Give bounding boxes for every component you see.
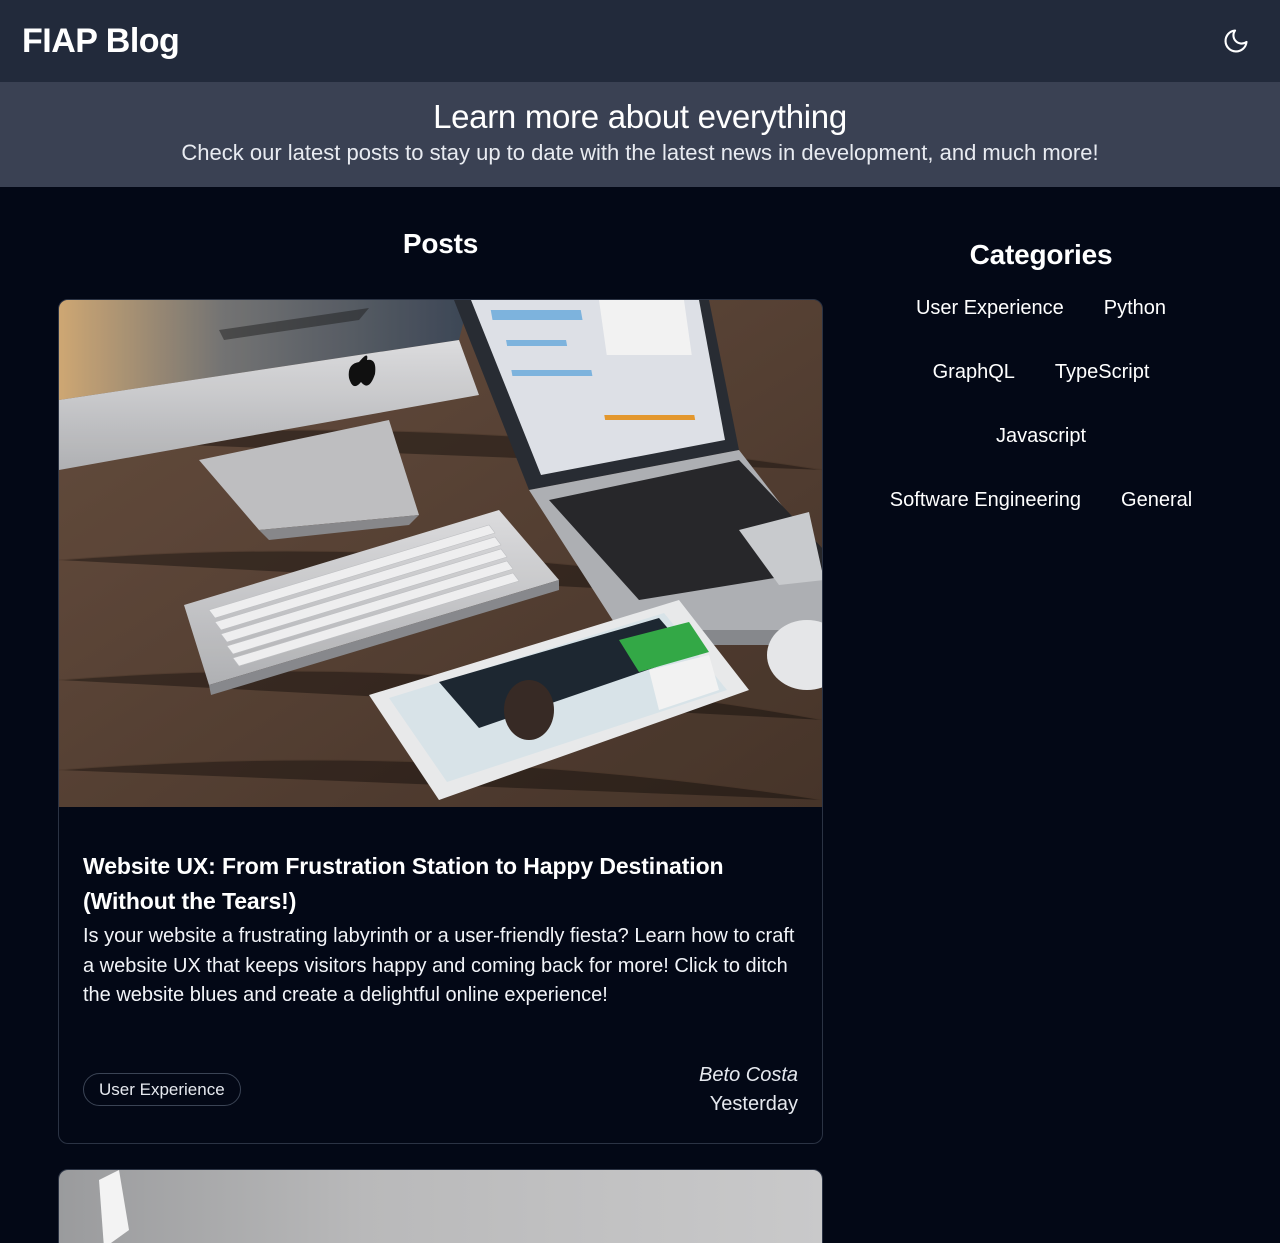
main-content: Posts Website UX: From Frustration Stati… <box>0 187 1280 1243</box>
post-image <box>99 1169 129 1243</box>
post-date: Yesterday <box>709 1092 798 1115</box>
post-thumbnail[interactable] <box>59 1169 822 1243</box>
category-link[interactable]: Javascript <box>858 413 1224 459</box>
post-excerpt: Is your website a frustrating labyrinth … <box>83 925 795 1006</box>
hero-banner: Learn more about everything Check our la… <box>0 82 1280 187</box>
post-card[interactable]: Website UX: From Frustration Station to … <box>58 299 823 1144</box>
category-link[interactable]: User Experience <box>896 285 1084 331</box>
category-link[interactable]: General <box>1101 477 1212 523</box>
post-category-tag[interactable]: User Experience <box>83 1073 241 1106</box>
post-image <box>59 300 822 807</box>
post-author: Beto Costa <box>699 1063 798 1086</box>
post-title[interactable]: Website UX: From Frustration Station to … <box>83 849 798 919</box>
moon-icon <box>1224 29 1248 53</box>
category-link[interactable]: GraphQL <box>913 349 1035 395</box>
post-meta: Beto Costa Yesterday <box>699 1061 798 1119</box>
post-card[interactable] <box>58 1168 823 1243</box>
categories-heading: Categories <box>969 239 1113 270</box>
category-link[interactable]: Software Engineering <box>870 477 1101 523</box>
categories-list: User Experience Python GraphQL TypeScrip… <box>858 285 1224 523</box>
hero-subtitle: Check our latest posts to stay up to dat… <box>181 139 1099 165</box>
category-link[interactable]: Python <box>1084 285 1186 331</box>
post-card-body: Website UX: From Frustration Station to … <box>59 807 822 1143</box>
post-footer: User Experience Beto Costa Yesterday <box>83 1061 798 1119</box>
theme-toggle-button[interactable] <box>1218 23 1254 59</box>
categories-sidebar: Categories User Experience Python GraphQ… <box>858 187 1224 523</box>
hero-title: Learn more about everything <box>433 97 847 135</box>
category-link[interactable]: TypeScript <box>1035 349 1169 395</box>
top-bar: FIAP Blog <box>0 0 1280 82</box>
brand-logo[interactable]: FIAP Blog <box>22 22 180 61</box>
posts-section: Posts Website UX: From Frustration Stati… <box>58 187 823 1243</box>
post-thumbnail[interactable] <box>59 300 822 807</box>
posts-heading: Posts <box>402 228 479 259</box>
